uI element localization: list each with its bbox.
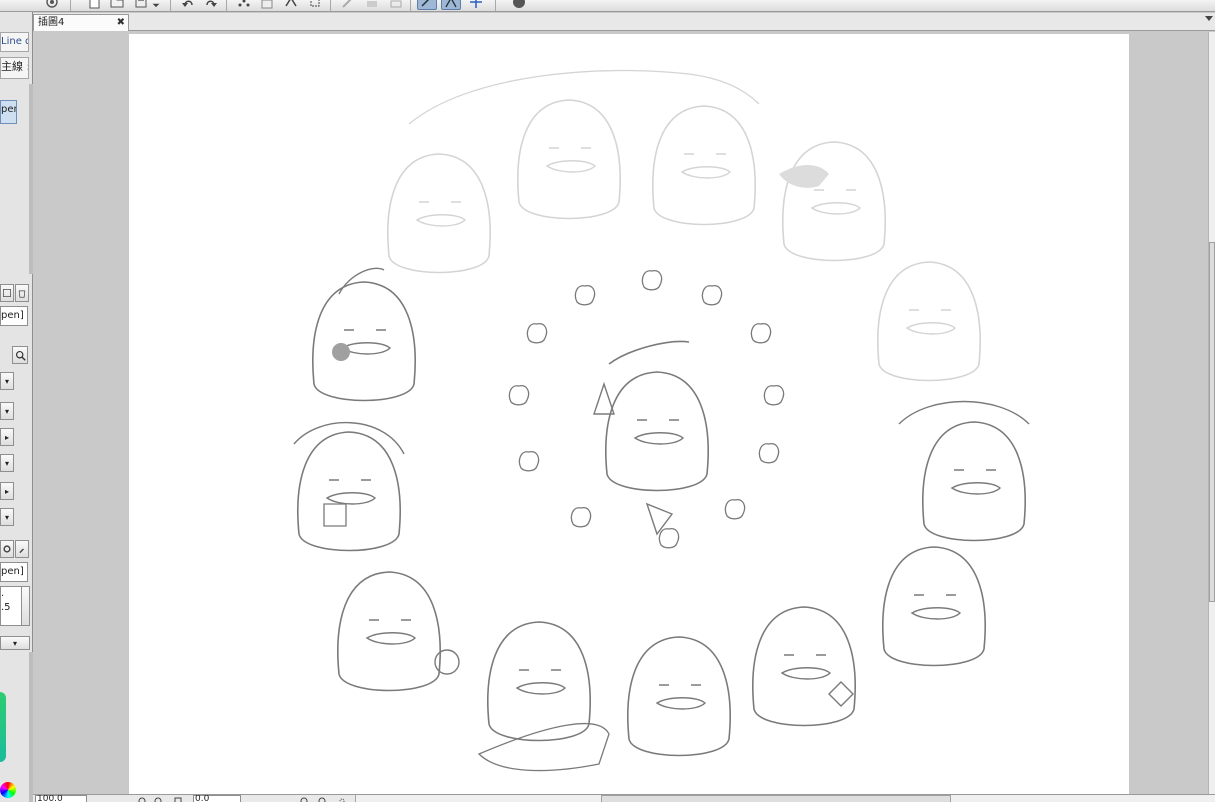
main-line-subtool-label: 主線	[1, 60, 23, 73]
tab-menu-icon[interactable]	[1205, 16, 1213, 21]
crosshair-icon[interactable]	[466, 0, 486, 10]
zoom-out-icon[interactable]	[137, 795, 147, 802]
ruler-icon[interactable]	[338, 0, 358, 10]
navigator-icon[interactable]	[42, 0, 62, 10]
help-icon[interactable]	[505, 0, 533, 10]
zoom-in-icon[interactable]	[153, 795, 163, 802]
brush-preset-name: pen]	[0, 562, 28, 582]
tool-property-name: pen]	[0, 306, 28, 326]
save-dropdown-icon[interactable]	[150, 0, 162, 10]
open-file-icon[interactable]	[107, 0, 127, 10]
anti-alias-expand[interactable]: ▸	[0, 428, 14, 446]
brush-size-value: .5	[1, 602, 11, 613]
sketch-artwork	[293, 69, 1030, 772]
main-line-subtool-tab[interactable]: 主線 :	[0, 57, 29, 79]
rotate-left-icon[interactable]	[299, 795, 309, 802]
brush-size-scrollbar[interactable]	[21, 586, 30, 626]
vertical-scroll-thumb[interactable]	[1209, 242, 1215, 602]
line-subtool-label: Line	[1, 36, 22, 47]
brush-size-dropdown[interactable]: ▾	[0, 372, 14, 390]
settings-icon[interactable]	[0, 540, 14, 558]
wrench-icon[interactable]	[15, 540, 29, 558]
transform-icon[interactable]	[234, 0, 254, 10]
faded-characters	[387, 69, 981, 382]
reset-rotation-icon[interactable]	[337, 795, 347, 802]
stabilization-dropdown[interactable]: ▾	[0, 454, 14, 472]
grid-icon[interactable]	[386, 0, 406, 10]
fit-screen-icon[interactable]	[173, 795, 183, 802]
color-wheel[interactable]	[0, 692, 6, 762]
save-icon[interactable]	[131, 0, 151, 10]
color-picker-icon[interactable]	[0, 782, 16, 798]
blend-dropdown[interactable]: ▾	[0, 508, 14, 526]
perspective-ruler-icon[interactable]	[441, 0, 461, 10]
document-tab[interactable]: 插圖4 ✖	[33, 14, 129, 31]
lasso-icon[interactable]	[281, 0, 301, 10]
drawing-canvas[interactable]	[129, 34, 1129, 794]
brush-preset-name-text: pen]	[1, 566, 24, 577]
fill-icon[interactable]	[257, 0, 277, 10]
main-characters	[293, 267, 1030, 772]
horizontal-scroll-thumb[interactable]	[601, 795, 951, 802]
tool-property-name-text: pen]	[1, 310, 24, 321]
rotation-angle-field[interactable]: 0.0	[193, 795, 241, 802]
brush-size-list[interactable]: . .5	[0, 586, 22, 626]
snap-icon[interactable]	[362, 0, 382, 10]
paint-application: Line d 主線 : pen pen] ▾ ▾ ▸ ▾ ▸ ▾ pen] ..…	[0, 0, 1215, 802]
color-set-dropdown[interactable]: ▾	[0, 636, 30, 650]
new-file-icon[interactable]	[84, 0, 104, 10]
vertical-scrollbar[interactable]	[1208, 32, 1215, 794]
document-tab-strip: 插圖4 ✖	[33, 13, 1215, 31]
redo-icon[interactable]	[201, 0, 221, 10]
pen-subtool-item[interactable]: pen	[0, 100, 17, 124]
zoom-level-field[interactable]: 100.0	[35, 795, 87, 802]
new-subtool-icon[interactable]	[0, 284, 14, 302]
rotate-right-icon[interactable]	[317, 795, 327, 802]
special-ruler-icon[interactable]	[417, 0, 437, 10]
opacity-dropdown[interactable]: ▾	[0, 402, 14, 420]
undo-icon[interactable]	[178, 0, 198, 10]
delete-subtool-icon[interactable]	[15, 284, 29, 302]
main-toolbar	[0, 0, 1215, 12]
canvas-viewport[interactable]	[33, 32, 1208, 794]
rotation-angle-value: 0.0	[195, 794, 210, 802]
close-tab-icon[interactable]: ✖	[117, 16, 125, 30]
zoom-level-value: 100.0	[37, 794, 63, 802]
tool-property-panel: Line d 主線 : pen pen] ▾ ▾ ▸ ▾ ▸ ▾ pen] ..…	[0, 12, 33, 802]
horizontal-scrollbar[interactable]	[355, 795, 1215, 802]
line-subtool-tab[interactable]: Line d	[0, 32, 29, 52]
document-tab-title: 插圖4	[38, 17, 65, 28]
zoom-preview-icon[interactable]	[12, 346, 28, 364]
vector-expand[interactable]: ▸	[0, 482, 14, 500]
status-bar: 100.0 0.0	[33, 794, 1215, 802]
select-icon[interactable]	[305, 0, 325, 10]
pen-subtool-label: pen	[1, 104, 16, 115]
